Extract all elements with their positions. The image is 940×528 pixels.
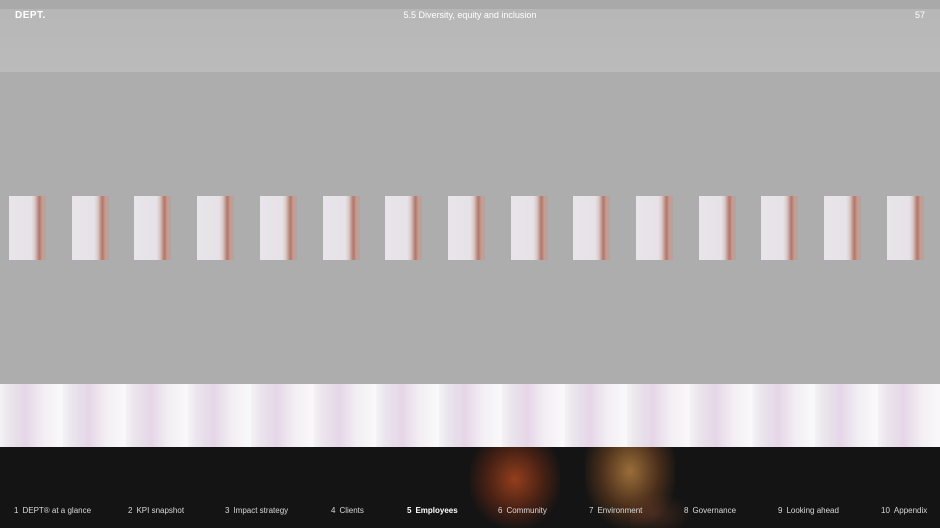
nav-item-label: Environment	[597, 506, 643, 515]
nav-item-label: DEPT® at a glance	[22, 506, 92, 515]
nav-item-kpi-snapshot[interactable]: 2 KPI snapshot	[128, 506, 184, 515]
nav-item-number: 6	[498, 506, 503, 515]
chapter-nav: 1 DEPT® at a glance 2 KPI snapshot 3 Impact…	[0, 506, 940, 518]
decorative-tile	[886, 196, 924, 260]
top-strip	[0, 0, 940, 9]
decorative-tile	[9, 196, 46, 260]
nav-item-label: Looking ahead	[786, 506, 839, 515]
decorative-tile	[71, 196, 109, 260]
decorative-tile	[573, 196, 611, 260]
nav-item-label: Clients	[339, 506, 364, 515]
page-title: 5.5 Diversity, equity and inclusion	[403, 10, 537, 20]
decorative-tile	[698, 196, 736, 260]
nav-item-number: 9	[778, 506, 783, 515]
nav-item-label: KPI snapshot	[136, 506, 185, 515]
nav-item-label: Impact strategy	[233, 506, 289, 515]
nav-item-community[interactable]: 6 Community	[498, 506, 547, 515]
decorative-tile	[197, 196, 235, 260]
decorative-tile	[824, 196, 862, 260]
nav-item-impact-strategy[interactable]: 3 Impact strategy	[225, 506, 288, 515]
tile-row	[9, 196, 940, 260]
nav-item-number: 5	[407, 506, 412, 515]
page-number: 57	[914, 10, 925, 20]
footer-nav-bar: 1 DEPT® at a glance 2 KPI snapshot 3 Impact…	[0, 447, 940, 528]
decorative-tile	[322, 196, 360, 260]
nav-item-number: 4	[331, 506, 336, 515]
nav-item-number: 2	[128, 506, 133, 515]
nav-item-appendix[interactable]: 10 Appendix	[881, 506, 927, 515]
nav-item-label: Employees	[415, 506, 458, 515]
nav-item-number: 8	[684, 506, 689, 515]
nav-item-number: 10	[881, 506, 890, 515]
artwork-area	[0, 72, 940, 384]
nav-item-number: 7	[589, 506, 594, 515]
nav-item-clients[interactable]: 4 Clients	[331, 506, 364, 515]
gradient-stripe-band	[0, 384, 940, 447]
nav-item-number: 3	[225, 506, 230, 515]
nav-item-governance[interactable]: 8 Governance	[684, 506, 736, 515]
nav-item-employees[interactable]: 5 Employees	[407, 506, 458, 515]
nav-item-looking-ahead[interactable]: 9 Looking ahead	[778, 506, 839, 515]
nav-item-label: Appendix	[893, 506, 928, 515]
decorative-tile	[447, 196, 485, 260]
decorative-tile	[385, 196, 423, 260]
nav-item-environment[interactable]: 7 Environment	[589, 506, 642, 515]
nav-item-dept-at-a-glance[interactable]: 1 DEPT® at a glance	[14, 506, 91, 515]
decorative-tile	[510, 196, 548, 260]
decorative-tile	[259, 196, 297, 260]
decorative-tile	[134, 196, 172, 260]
nav-item-label: Governance	[692, 506, 737, 515]
decorative-tile	[636, 196, 673, 260]
header-bar: DEPT. 5.5 Diversity, equity and inclusio…	[0, 0, 940, 72]
nav-item-label: Community	[506, 506, 547, 515]
decorative-tile	[761, 196, 799, 260]
nav-item-number: 1	[14, 506, 19, 515]
